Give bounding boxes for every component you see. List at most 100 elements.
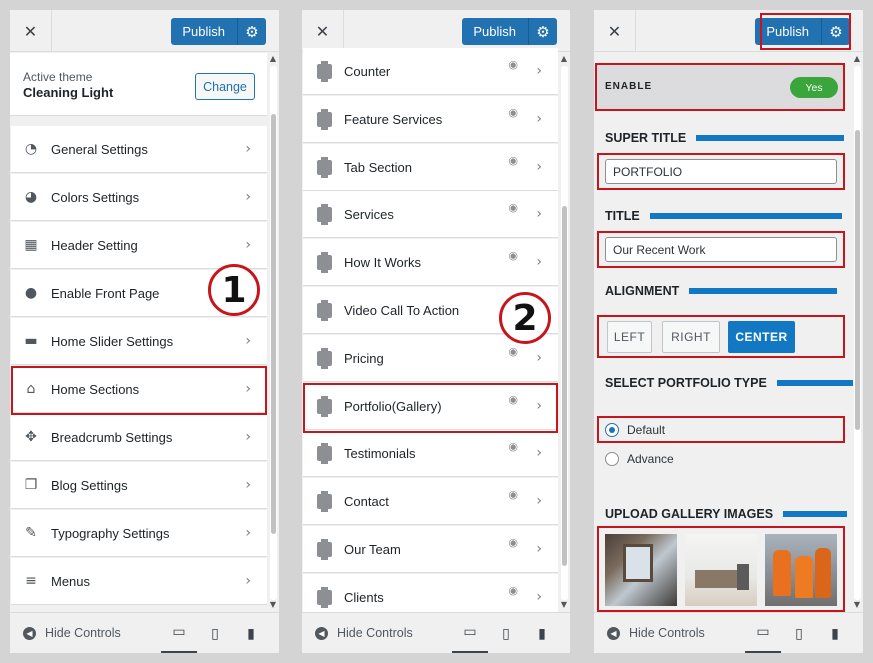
active-theme-label: Active theme [23,70,93,84]
type-advance-radio[interactable]: Advance [605,452,674,466]
tablet-icon[interactable]: ▯ [197,613,233,653]
section-item-label: Tab Section [344,159,412,175]
eye-icon[interactable]: ◉ [508,488,518,501]
eye-icon[interactable]: ◉ [508,345,518,358]
tablet-icon[interactable]: ▯ [781,613,817,653]
section-item-label: Counter [344,63,391,79]
scroll-down-arrow[interactable]: ▼ [853,600,861,609]
section-item-feature-services[interactable]: Feature Services ◉ › [303,96,558,143]
customizer-panel-main: ✕ Publish ⚙ Active theme Cleaning Light … [10,10,279,653]
chevron-right-icon: › [536,159,542,175]
tablet-icon[interactable]: ▯ [488,613,524,653]
block-icon [317,490,332,512]
scrollbar-thumb[interactable] [271,114,276,534]
gear-icon[interactable]: ⚙ [529,23,557,41]
section-item-label: Clients [344,589,384,605]
change-theme-button[interactable]: Change [195,73,255,100]
section-item-label: Pricing [344,350,384,366]
section-item-tab-section[interactable]: Tab Section ◉ › [303,144,558,191]
desktop-icon[interactable]: ▭ [745,613,781,653]
scroll-up-arrow[interactable]: ▲ [853,54,861,63]
highlight-super-title [597,153,845,190]
block-icon [317,60,332,82]
menu-item-label: Header Setting [51,237,138,253]
eye-icon[interactable]: ◉ [508,201,518,214]
collapse-icon: ◀ [607,626,620,640]
eye-icon[interactable]: ◉ [508,249,518,262]
menu-item-label: Colors Settings [51,189,140,205]
section-item-label: Services [344,206,394,222]
palette-icon: ◕ [24,189,38,205]
globe-icon: ● [24,285,38,301]
section-item-label: Testimonials [344,445,416,461]
collapse-icon: ◀ [23,626,36,640]
menu-item-menus[interactable]: ≡ Menus › [11,558,267,605]
hide-controls-button[interactable]: ◀ Hide Controls [607,626,705,640]
publish-label[interactable]: Publish [462,18,529,45]
customizer-panel-home-sections: ✕ Publish ⚙ Counter ◉ › Feature Services… [302,10,570,653]
customizer-header: ✕ Publish ⚙ [302,10,570,52]
scroll-down-arrow[interactable]: ▼ [269,600,277,609]
section-item-contact[interactable]: Contact ◉ › [303,478,558,525]
hide-controls-button[interactable]: ◀ Hide Controls [23,626,121,640]
alignment-heading: ALIGNMENT [605,284,838,298]
close-icon[interactable]: ✕ [594,10,636,52]
menu-item-breadcrumb-settings[interactable]: ✥ Breadcrumb Settings › [11,414,267,461]
close-icon[interactable]: ✕ [302,10,344,52]
menu-item-colors-settings[interactable]: ◕ Colors Settings › [11,174,267,221]
section-item-counter[interactable]: Counter ◉ › [303,48,558,95]
scrollbar-thumb[interactable] [562,206,567,566]
menu-item-home-slider-settings[interactable]: ▬ Home Slider Settings › [11,318,267,365]
highlight-alignment [597,315,845,358]
menu-item-blog-settings[interactable]: ❐ Blog Settings › [11,462,267,509]
super-title-heading: SUPER TITLE [605,131,845,145]
scroll-down-arrow[interactable]: ▼ [560,600,568,609]
mobile-icon[interactable]: ▮ [233,613,269,653]
collapse-icon: ◀ [315,626,328,640]
scrollbar[interactable] [270,66,277,600]
eye-icon[interactable]: ◉ [508,106,518,119]
section-item-label: How It Works [344,254,422,270]
mobile-icon[interactable]: ▮ [524,613,560,653]
publish-label[interactable]: Publish [171,18,238,45]
eye-icon[interactable]: ◉ [508,440,518,453]
radio-unselected-icon[interactable] [605,452,619,466]
block-icon [317,156,332,178]
scrollbar[interactable] [854,66,861,600]
scrollbar-thumb[interactable] [855,130,860,430]
mobile-icon[interactable]: ▮ [817,613,853,653]
menu-item-header-setting[interactable]: ▦ Header Setting › [11,222,267,269]
section-item-testimonials[interactable]: Testimonials ◉ › [303,430,558,477]
slides-icon: ▬ [24,333,38,349]
menu-item-general-settings[interactable]: ◔ General Settings › [11,126,267,173]
chevron-right-icon: › [245,237,251,253]
menu-item-typography-settings[interactable]: ✎ Typography Settings › [11,510,267,557]
title-heading: TITLE [605,209,842,223]
section-item-how-it-works[interactable]: How It Works ◉ › [303,239,558,286]
active-theme-section: Active theme Cleaning Light Change [10,53,267,116]
device-preview-toggle: ▭ ▯ ▮ [161,613,269,653]
scroll-up-arrow[interactable]: ▲ [560,54,568,63]
title-label: TITLE [605,209,640,223]
chevron-right-icon: › [245,429,251,445]
publish-button[interactable]: Publish ⚙ [462,18,557,45]
eye-icon[interactable]: ◉ [508,584,518,597]
section-item-services[interactable]: Services ◉ › [303,191,558,238]
menu-item-label: Blog Settings [51,477,128,493]
section-item-our-team[interactable]: Our Team ◉ › [303,526,558,573]
customizer-footer: ◀ Hide Controls ▭ ▯ ▮ [594,612,863,653]
hide-controls-button[interactable]: ◀ Hide Controls [315,626,413,640]
select-type-heading: SELECT PORTFOLIO TYPE [605,376,853,390]
chevron-right-icon: › [536,63,542,79]
upload-heading: UPLOAD GALLERY IMAGES [605,507,848,521]
desktop-icon[interactable]: ▭ [452,613,488,653]
close-icon[interactable]: ✕ [10,10,52,52]
gear-icon[interactable]: ⚙ [238,23,266,41]
scrollbar[interactable] [561,66,568,600]
desktop-icon[interactable]: ▭ [161,613,197,653]
eye-icon[interactable]: ◉ [508,154,518,167]
publish-button[interactable]: Publish ⚙ [171,18,266,45]
scroll-up-arrow[interactable]: ▲ [269,54,277,63]
eye-icon[interactable]: ◉ [508,58,518,71]
eye-icon[interactable]: ◉ [508,536,518,549]
